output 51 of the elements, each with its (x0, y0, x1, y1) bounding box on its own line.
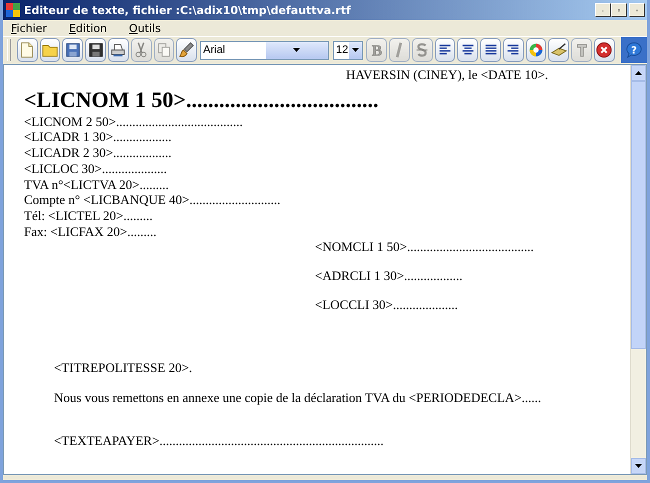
minimize-button[interactable] (595, 3, 611, 17)
align-center-button[interactable] (457, 38, 478, 62)
address-line: <LICADR 1 30>.................. (24, 129, 173, 146)
maximize-button[interactable] (611, 3, 627, 17)
menu-item[interactable]: Outils (129, 22, 161, 34)
company-name-heading: <LICNOM 1 50>................................... (24, 88, 380, 111)
recipient-line: <ADRCLI 1 30>.................. (315, 268, 464, 284)
address-line: <LICLOC 30>.................... (24, 160, 168, 177)
body-paragraph: Nous vous remettons en annexe une copie de la déclaration TVA du <PERIODEDECLA>...... (54, 390, 542, 406)
up-arrow-icon (635, 71, 642, 75)
printer-button[interactable] (108, 38, 129, 62)
align-right-button[interactable] (502, 38, 524, 62)
help-icon: ? (624, 41, 643, 59)
align-left-button[interactable] (434, 38, 456, 62)
scrollbar[interactable] (630, 65, 646, 474)
brush-button[interactable] (176, 38, 198, 62)
font-dropdown[interactable]: Arial (200, 40, 329, 60)
menu-item[interactable]: Edition (68, 22, 108, 34)
recipient-line: <LOCCLI 30>.................... (315, 297, 459, 314)
address-line: Tél: <LICTEL 20>......... (24, 208, 154, 224)
menu-item[interactable]: Fichier (11, 22, 47, 34)
scroll-down-button[interactable] (631, 458, 646, 474)
address-line: TVA n°<LICTVA 20>......... (24, 176, 170, 192)
body-paragraph: <TITREPOLITESSE 20>. (54, 360, 194, 376)
folder-button[interactable] (40, 38, 60, 62)
align-justify-button[interactable] (480, 38, 501, 62)
scroll-up-button[interactable] (631, 65, 646, 81)
close-button[interactable] (594, 38, 615, 62)
close-icon (595, 41, 614, 59)
address-line: <LICADR 2 30>.................. (24, 145, 173, 161)
scroll-thumb[interactable] (631, 81, 646, 349)
help-button[interactable]: ? (620, 37, 648, 63)
printer-icon (109, 41, 128, 59)
window-title: Editeur de texte, fichier :C:\adix10\tmp\defauttva.rtf (24, 4, 352, 16)
date-line: HAVERSIN (CINEY), le <DATE 10>. (346, 67, 550, 83)
font-size-dropdown[interactable]: 12 (332, 40, 364, 60)
down-arrow-icon (635, 464, 642, 468)
color-wheel-button[interactable] (526, 38, 546, 62)
address-line: <LICNOM 2 50>....................................... (24, 114, 244, 130)
floppy-disk-button[interactable] (62, 38, 84, 62)
brush-icon (178, 41, 196, 59)
body-paragraph: <TEXTEAPAYER>..................................................................... (54, 433, 385, 450)
page-button[interactable] (16, 38, 38, 62)
paint-brush-button[interactable] (548, 38, 570, 62)
address-line: Compte n° <LICBANQUE 40>............................ (24, 192, 282, 208)
address-line: Fax: <LICFAX 20>......... (24, 224, 158, 240)
recipient-line: <NOMCLI 1 50>....................................... (315, 239, 535, 256)
app-icon (6, 3, 20, 17)
floppy-disk-button[interactable] (85, 38, 106, 62)
color-wheel-icon (527, 41, 546, 59)
paint-brush-icon (550, 41, 568, 59)
